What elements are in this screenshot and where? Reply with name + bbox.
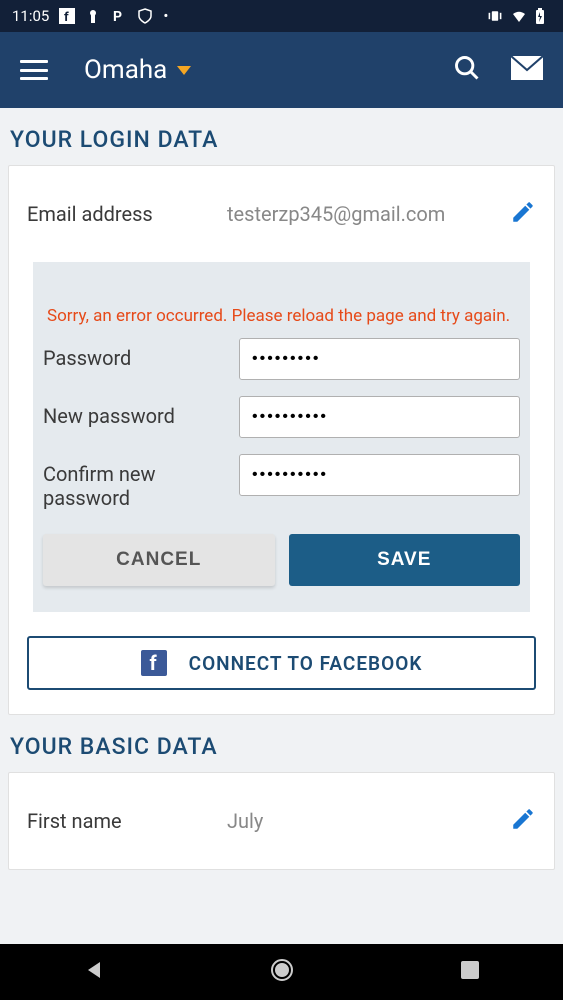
connect-facebook-button[interactable]: f CONNECT TO FACEBOOK: [27, 636, 536, 690]
new-password-input[interactable]: [239, 396, 520, 438]
location-label: Omaha: [84, 55, 167, 85]
edit-firstname-button[interactable]: [510, 806, 536, 836]
recent-button[interactable]: [459, 959, 481, 985]
firstname-row: First name July: [9, 773, 554, 869]
facebook-status-icon: f: [59, 8, 75, 24]
p-status-icon: P: [111, 8, 127, 24]
email-value: testerzp345@gmail.com: [227, 202, 510, 226]
cancel-button[interactable]: CANCEL: [43, 534, 275, 586]
error-message: Sorry, an error occurred. Please reload …: [43, 306, 520, 326]
edit-email-button[interactable]: [510, 199, 536, 229]
basic-section-title: YOUR BASIC DATA: [0, 715, 563, 772]
chevron-down-icon: [177, 66, 191, 75]
password-input[interactable]: [239, 338, 520, 380]
new-password-label: New password: [43, 396, 239, 428]
app-bar: Omaha: [0, 32, 563, 108]
password-label: Password: [43, 338, 239, 370]
basic-card: First name July: [8, 772, 555, 870]
facebook-label: CONNECT TO FACEBOOK: [189, 652, 423, 675]
system-nav-bar: [0, 944, 563, 1000]
vibrate-icon: [487, 8, 503, 24]
firstname-value: July: [227, 809, 510, 833]
firstname-label: First name: [27, 809, 227, 833]
battery-icon: [535, 8, 551, 24]
status-time: 11:05: [12, 7, 49, 25]
content: YOUR LOGIN DATA Email address testerzp34…: [0, 108, 563, 870]
facebook-icon: f: [141, 650, 167, 676]
confirm-password-label: Confirm new password: [43, 454, 239, 510]
dot-status-icon: •: [163, 7, 168, 25]
svg-text:f: f: [64, 10, 69, 24]
mail-button[interactable]: [511, 56, 543, 84]
email-label: Email address: [27, 202, 227, 226]
confirm-password-input[interactable]: [239, 454, 520, 496]
wifi-icon: [511, 8, 527, 24]
key-status-icon: [85, 8, 101, 24]
status-bar: 11:05 f P •: [0, 0, 563, 32]
login-card: Email address testerzp345@gmail.com Sorr…: [8, 165, 555, 715]
svg-text:P: P: [113, 9, 122, 24]
login-section-title: YOUR LOGIN DATA: [0, 108, 563, 165]
save-button[interactable]: SAVE: [289, 534, 521, 586]
search-button[interactable]: [453, 54, 481, 86]
back-button[interactable]: [82, 958, 106, 986]
password-panel: Sorry, an error occurred. Please reload …: [33, 262, 530, 612]
email-row: Email address testerzp345@gmail.com: [9, 166, 554, 262]
shield-status-icon: [137, 8, 153, 24]
location-dropdown[interactable]: Omaha: [84, 55, 191, 85]
menu-button[interactable]: [20, 60, 48, 80]
home-button[interactable]: [269, 957, 295, 987]
